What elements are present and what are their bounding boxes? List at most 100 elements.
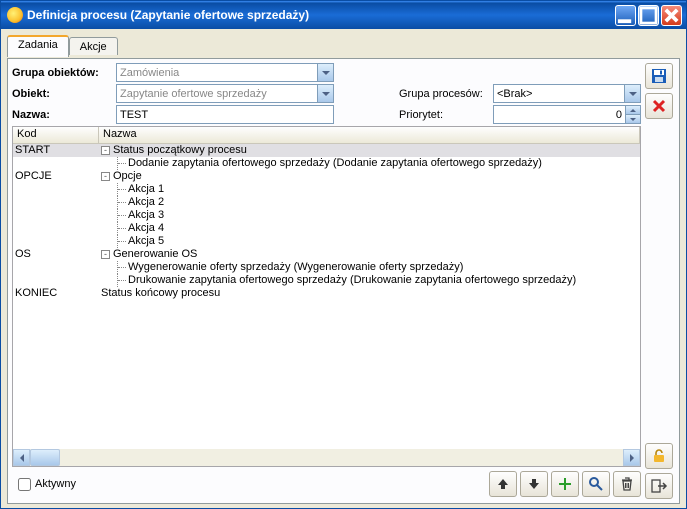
tree-line-icon bbox=[117, 261, 127, 274]
nazwa-text: Dodanie zapytania ofertowego sprzedaży (… bbox=[128, 157, 542, 170]
label-group: Grupa obiektów: bbox=[12, 67, 112, 79]
nazwa-text: Status początkowy procesu bbox=[113, 144, 247, 157]
nazwa-text: Status końcowy procesu bbox=[101, 287, 220, 300]
input-priority-value: 0 bbox=[616, 109, 622, 121]
move-down-button[interactable] bbox=[520, 471, 548, 497]
nazwa-cell[interactable]: Drukowanie zapytania ofertowego sprzedaż… bbox=[99, 274, 640, 287]
chevron-down-icon[interactable] bbox=[317, 64, 333, 81]
nazwa-cell[interactable]: Akcja 3 bbox=[99, 209, 640, 222]
nazwa-cell[interactable]: -Status początkowy procesu bbox=[99, 144, 640, 157]
nazwa-text: Akcja 2 bbox=[128, 196, 164, 209]
label-procgroup: Grupa procesów: bbox=[399, 88, 489, 100]
kod-cell[interactable]: OS bbox=[13, 248, 99, 261]
window: Definicja procesu (Zapytanie ofertowe sp… bbox=[0, 0, 687, 509]
nazwa-text: Drukowanie zapytania ofertowego sprzedaż… bbox=[128, 274, 576, 287]
nazwa-cell[interactable]: -Generowanie OS bbox=[99, 248, 640, 261]
nazwa-text: Akcja 1 bbox=[128, 183, 164, 196]
app-icon bbox=[7, 7, 23, 23]
combo-group[interactable]: Zamówienia bbox=[116, 63, 334, 82]
zoom-button[interactable] bbox=[582, 471, 610, 497]
checkbox-active[interactable]: Aktywny bbox=[12, 478, 76, 491]
checkbox-active-label: Aktywny bbox=[35, 478, 76, 490]
cancel-button[interactable] bbox=[645, 93, 673, 119]
kod-cell[interactable] bbox=[13, 274, 99, 287]
checkbox-active-box[interactable] bbox=[18, 478, 31, 491]
input-name[interactable]: TEST bbox=[116, 105, 334, 124]
kod-cell[interactable] bbox=[13, 222, 99, 235]
nazwa-text: Akcja 3 bbox=[128, 209, 164, 222]
chevron-down-icon[interactable] bbox=[317, 85, 333, 102]
exit-button[interactable] bbox=[645, 473, 673, 499]
kod-cell[interactable] bbox=[13, 157, 99, 170]
collapse-icon[interactable]: - bbox=[101, 172, 110, 181]
tab-zadania[interactable]: Zadania bbox=[7, 35, 69, 57]
lock-button[interactable] bbox=[645, 443, 673, 469]
combo-object-value: Zapytanie ofertowe sprzedaży bbox=[120, 88, 267, 100]
nazwa-cell[interactable]: Akcja 2 bbox=[99, 196, 640, 209]
tree-line-icon bbox=[117, 222, 127, 235]
label-priority: Priorytet: bbox=[399, 109, 489, 121]
tree-line-icon bbox=[117, 274, 127, 287]
nazwa-cell[interactable]: Wygenerowanie oferty sprzedaży (Wygenero… bbox=[99, 261, 640, 274]
label-name: Nazwa: bbox=[12, 109, 112, 121]
nazwa-cell[interactable]: -Opcje bbox=[99, 170, 640, 183]
kod-cell[interactable]: KONIEC bbox=[13, 287, 99, 300]
nazwa-cell[interactable]: Akcja 5 bbox=[99, 235, 640, 248]
kod-cell[interactable] bbox=[13, 261, 99, 274]
nazwa-text: Wygenerowanie oferty sprzedaży (Wygenero… bbox=[128, 261, 463, 274]
tab-panel: Grupa obiektów: Zamówienia Obiekt: Zapyt… bbox=[7, 58, 680, 504]
input-name-value: TEST bbox=[120, 109, 148, 121]
combo-procgroup[interactable]: <Brak> bbox=[493, 84, 641, 103]
scrollbar-horizontal[interactable] bbox=[13, 449, 640, 466]
kod-column: START OPCJE OS KONIEC bbox=[13, 144, 99, 449]
nazwa-cell[interactable]: Akcja 1 bbox=[99, 183, 640, 196]
nazwa-text: Generowanie OS bbox=[113, 248, 197, 261]
tree-line-icon bbox=[117, 157, 127, 170]
toolbar bbox=[489, 471, 641, 497]
col-header-kod[interactable]: Kod bbox=[13, 127, 99, 143]
tree-line-icon bbox=[117, 235, 127, 248]
col-header-nazwa[interactable]: Nazwa bbox=[99, 127, 640, 143]
collapse-icon[interactable]: - bbox=[101, 146, 110, 155]
scroll-track[interactable] bbox=[30, 449, 623, 466]
spinner-icon[interactable] bbox=[625, 106, 640, 123]
collapse-icon[interactable]: - bbox=[101, 250, 110, 259]
combo-group-value: Zamówienia bbox=[120, 67, 179, 79]
combo-procgroup-value: <Brak> bbox=[497, 88, 532, 100]
kod-cell[interactable]: OPCJE bbox=[13, 170, 99, 183]
move-up-button[interactable] bbox=[489, 471, 517, 497]
kod-cell[interactable] bbox=[13, 235, 99, 248]
window-title: Definicja procesu (Zapytanie ofertowe sp… bbox=[27, 8, 615, 22]
add-button[interactable] bbox=[551, 471, 579, 497]
scroll-thumb[interactable] bbox=[30, 449, 60, 466]
tree-line-icon bbox=[117, 183, 127, 196]
scroll-right-icon[interactable] bbox=[623, 449, 640, 466]
nazwa-cell[interactable]: Akcja 4 bbox=[99, 222, 640, 235]
tabs: Zadania Akcje bbox=[7, 35, 680, 57]
nazwa-cell[interactable]: Status końcowy procesu bbox=[99, 287, 640, 300]
label-object: Obiekt: bbox=[12, 88, 112, 100]
input-priority[interactable]: 0 bbox=[493, 105, 641, 124]
kod-cell[interactable] bbox=[13, 183, 99, 196]
close-button[interactable] bbox=[661, 5, 682, 26]
kod-cell[interactable] bbox=[13, 209, 99, 222]
nazwa-cell[interactable]: Dodanie zapytania ofertowego sprzedaży (… bbox=[99, 157, 640, 170]
chevron-down-icon[interactable] bbox=[624, 85, 640, 102]
nazwa-text: Opcje bbox=[113, 170, 142, 183]
kod-cell[interactable] bbox=[13, 196, 99, 209]
combo-object[interactable]: Zapytanie ofertowe sprzedaży bbox=[116, 84, 334, 103]
scroll-left-icon[interactable] bbox=[13, 449, 30, 466]
nazwa-text: Akcja 5 bbox=[128, 235, 164, 248]
tree-line-icon bbox=[117, 196, 127, 209]
titlebar: Definicja procesu (Zapytanie ofertowe sp… bbox=[1, 1, 686, 29]
maximize-button[interactable] bbox=[638, 5, 659, 26]
kod-cell[interactable]: START bbox=[13, 144, 99, 157]
tree-grid: Kod Nazwa STARTOPCJEOSKONIEC -Status poc… bbox=[12, 126, 641, 467]
tab-akcje[interactable]: Akcje bbox=[69, 37, 118, 55]
delete-button[interactable] bbox=[613, 471, 641, 497]
nazwa-text: Akcja 4 bbox=[128, 222, 164, 235]
nazwa-column: -Status początkowy procesuDodanie zapyta… bbox=[99, 144, 640, 449]
tree-line-icon bbox=[117, 209, 127, 222]
minimize-button[interactable] bbox=[615, 5, 636, 26]
save-button[interactable] bbox=[645, 63, 673, 89]
